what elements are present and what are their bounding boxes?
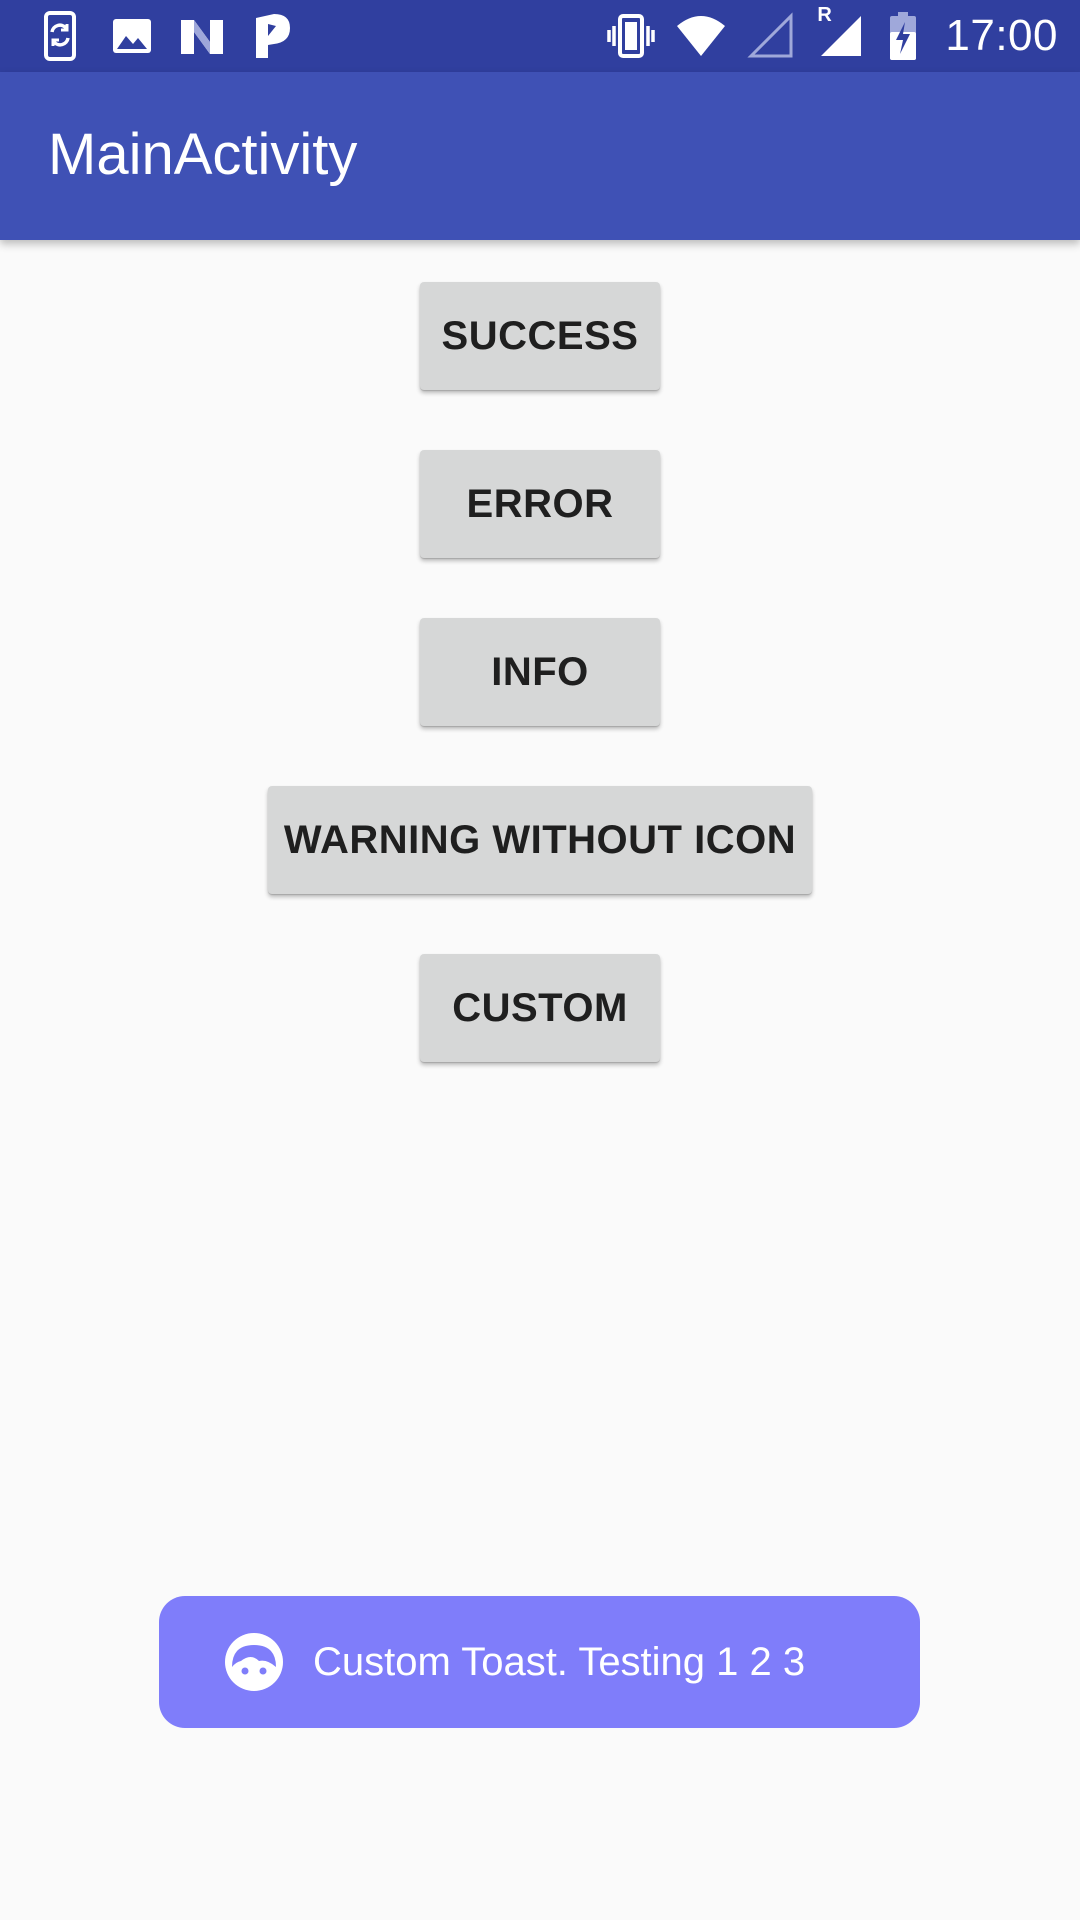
p-logo-icon [246,10,298,62]
vibrate-icon [605,10,657,62]
status-bar-system: R 17:00 [605,4,1058,64]
wifi-icon [675,10,727,62]
status-bar-notifications [36,10,298,62]
status-bar: R 17:00 [0,0,1080,72]
custom-button[interactable]: CUSTOM [420,954,660,1062]
app-bar: MainActivity [0,72,1080,240]
face-icon [223,1631,285,1693]
info-button[interactable]: INFO [420,618,660,726]
n-logo-icon [176,10,228,62]
custom-toast: Custom Toast. Testing 1 2 3 [159,1596,920,1728]
warning-without-icon-button[interactable]: WARNING WITHOUT ICON [268,786,812,894]
app-title: MainActivity [48,122,358,187]
toast-message: Custom Toast. Testing 1 2 3 [313,1639,806,1684]
phone-sync-icon [36,10,88,62]
success-button[interactable]: SUCCESS [420,282,660,390]
signal-empty-icon [745,10,797,62]
error-button[interactable]: ERROR [420,450,660,558]
screen: R 17:00 MainActivity SUCCESS ERROR INFO … [0,0,1080,1920]
status-bar-clock: 17:00 [945,11,1058,60]
image-icon [106,10,158,62]
battery-charging-icon [885,10,921,62]
signal-roaming-icon: R [815,4,867,62]
roaming-label: R [817,4,832,26]
